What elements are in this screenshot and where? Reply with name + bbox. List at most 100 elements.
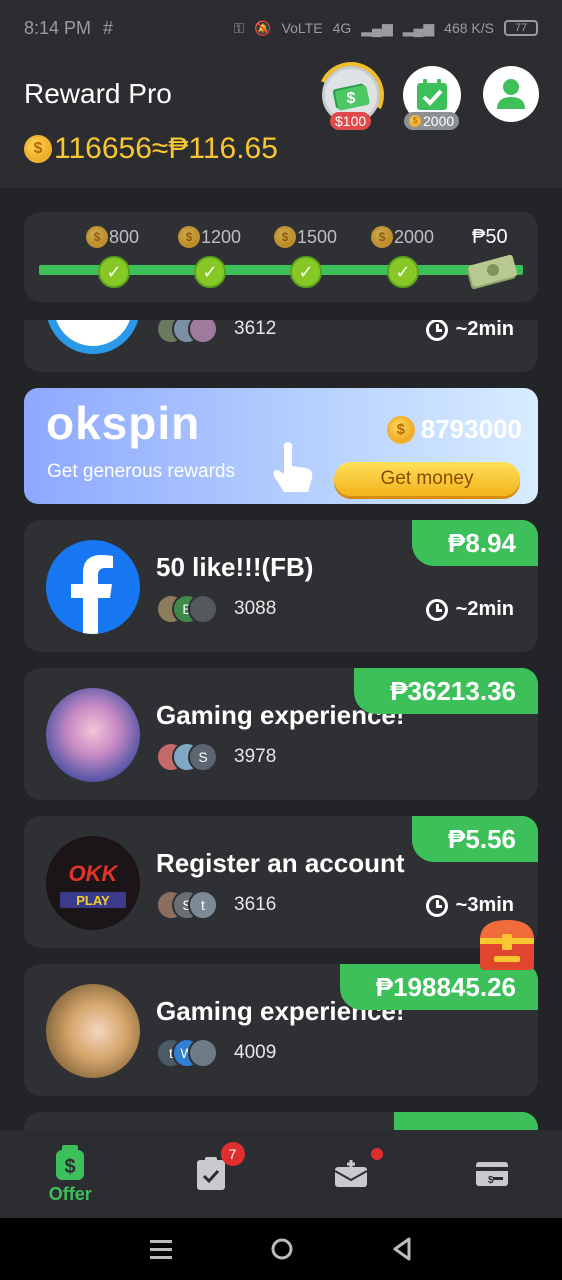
- coin-balance: $ 116656 ≈₱116.65: [24, 132, 278, 166]
- milestone-value: 800: [109, 226, 140, 247]
- nav-offer-label: Offer: [48, 1183, 92, 1204]
- notification-dot: [371, 1148, 383, 1160]
- game-character-icon: [46, 688, 140, 782]
- duration-text: ~2min: [455, 598, 514, 620]
- checkin-progress-card: $800 $1200 $1500 $2000 ✓ ✓ ✓ ✓ ₱50: [24, 212, 538, 302]
- app-header: Reward Pro $ 116656 ≈₱116.65 $ $100 $ 20…: [0, 52, 562, 188]
- offer-list[interactable]: 3612 ~2min okspin Get generous rewards $…: [0, 320, 562, 1130]
- avatar: t: [188, 890, 218, 920]
- inbox-icon: [334, 1160, 368, 1187]
- coin-icon: $: [386, 415, 415, 444]
- banner-amount: $ 8793000: [386, 414, 522, 445]
- participant-avatars: B: [156, 594, 218, 624]
- duration: ~3min: [425, 894, 514, 917]
- okspin-banner[interactable]: okspin Get generous rewards $ 8793000 Ge…: [24, 388, 538, 504]
- cash-card-icon: $: [475, 1162, 508, 1186]
- hashtag-notification-icon: #: [103, 17, 114, 38]
- calendar-check-icon: [417, 79, 447, 110]
- bottom-navigation: $ Offer 7 $: [0, 1130, 562, 1218]
- check-icon[interactable]: ✓: [290, 256, 322, 288]
- participant-count: 3088: [234, 598, 277, 619]
- offer-card-partial[interactable]: 3612 ~2min: [24, 320, 538, 372]
- offer-card[interactable]: Gaming experience! S 3978 ₱36213.36: [24, 668, 538, 800]
- clock-icon: [425, 320, 448, 341]
- nav-tasks[interactable]: 7: [141, 1130, 282, 1218]
- check-icon[interactable]: ✓: [98, 256, 130, 288]
- participant-avatars: S t: [156, 890, 218, 920]
- check-icon[interactable]: ✓: [194, 256, 226, 288]
- recent-apps-icon[interactable]: [149, 1238, 173, 1260]
- offer-card[interactable]: Gaming experience! t W 4009 ₱198845.26: [24, 964, 538, 1096]
- app-title: Reward Pro: [24, 78, 172, 109]
- status-bar: 8:14 PM # ⚿ 🔕 VoLTE 4G ▂▄▆ ▂▄▆ 468 K/S 7…: [0, 0, 562, 56]
- balance-peso: ≈₱116.65: [151, 132, 278, 165]
- participant-count: 3616: [234, 894, 277, 915]
- okk-play-logo: OKK PLAY: [47, 837, 139, 929]
- avatar: S: [188, 742, 218, 772]
- back-icon[interactable]: [391, 1237, 413, 1261]
- duration-text: ~3min: [455, 894, 514, 916]
- milestone: $1200: [178, 226, 241, 248]
- clock-icon: [425, 598, 448, 621]
- milestone: $800: [86, 226, 139, 248]
- cash-badge: $100: [330, 112, 372, 130]
- milestone-value: 1200: [201, 226, 242, 247]
- svg-text:$: $: [65, 1156, 76, 1178]
- milestone: $2000: [371, 226, 434, 248]
- nav-wallet[interactable]: $: [422, 1130, 562, 1218]
- offer-card[interactable]: OKK PLAY Register an account S t 3616 ~3…: [24, 816, 538, 948]
- profile-button[interactable]: [483, 66, 539, 122]
- pointing-hand-icon: [273, 442, 313, 492]
- participant-count: 3612: [234, 320, 277, 339]
- home-icon[interactable]: [270, 1237, 294, 1261]
- nav-inbox[interactable]: [281, 1130, 422, 1218]
- participant-count: 3978: [234, 746, 277, 767]
- offer-card-partial[interactable]: [24, 1112, 538, 1130]
- svg-text:OKK: OKK: [69, 861, 120, 886]
- offer-wallet-icon: $: [56, 1144, 85, 1180]
- participant-count: 4009: [234, 1042, 277, 1063]
- mute-icon: 🔕: [254, 19, 272, 36]
- facebook-icon: [46, 540, 140, 634]
- milestone-value: 2000: [394, 226, 435, 247]
- banner-amount-value: 8793000: [420, 414, 522, 444]
- network-type: 4G: [332, 20, 352, 36]
- signal-icon: ▂▄▆: [361, 19, 393, 36]
- user-icon: [497, 79, 525, 109]
- milestone-value: 1500: [297, 226, 338, 247]
- battery-level: 77: [514, 22, 528, 34]
- milestone: $1500: [274, 226, 337, 248]
- avatar: [188, 1038, 218, 1068]
- reward-tag: ₱8.94: [412, 520, 538, 566]
- treasure-chest-icon[interactable]: [474, 916, 540, 974]
- svg-text:$: $: [347, 90, 356, 107]
- participant-avatars: S: [156, 742, 218, 772]
- money-bill-icon: $: [332, 83, 370, 111]
- nav-offer[interactable]: $ Offer: [0, 1130, 141, 1218]
- reward-tag: [394, 1112, 538, 1130]
- coin-icon: $: [371, 226, 393, 248]
- offer-card[interactable]: 50 like!!!(FB) B 3088 ~2min ₱8.94: [24, 520, 538, 652]
- duration: ~2min: [425, 598, 514, 621]
- notification-badge: 7: [220, 1142, 245, 1166]
- banner-subtitle: Get generous rewards: [47, 461, 235, 482]
- money-stack-icon[interactable]: [464, 248, 520, 292]
- svg-text:$: $: [488, 1175, 494, 1186]
- coin-icon: $: [274, 226, 296, 248]
- system-navigation-bar: [0, 1218, 562, 1280]
- svg-text:PLAY: PLAY: [76, 893, 110, 908]
- avatar: [188, 320, 218, 344]
- avatar: [188, 594, 218, 624]
- offer-title: Register an account: [156, 848, 405, 878]
- participant-avatars: [156, 320, 218, 344]
- volte-indicator: VoLTE: [281, 20, 323, 36]
- battery-icon: 77: [504, 20, 538, 36]
- get-money-button[interactable]: Get money: [334, 462, 520, 496]
- check-icon[interactable]: ✓: [387, 256, 419, 288]
- balance-coins: 116656: [54, 132, 152, 165]
- coin-icon: $: [86, 226, 108, 248]
- status-indicators: ⚿ 🔕 VoLTE 4G ▂▄▆ ▂▄▆ 468 K/S 77: [233, 20, 538, 37]
- coin-icon: $: [409, 115, 421, 127]
- vpn-key-icon: ⚿: [233, 19, 245, 36]
- final-reward-label: ₱50: [472, 226, 508, 248]
